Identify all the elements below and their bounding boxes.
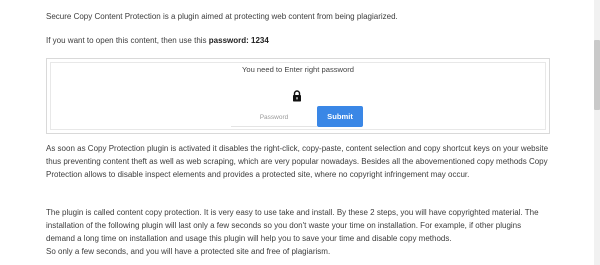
paragraph-plugin-info: The plugin is called content copy protec… <box>46 206 558 258</box>
paragraph-line: So only a few seconds, and you will have… <box>46 247 331 256</box>
scrollbar[interactable] <box>594 0 600 265</box>
scrollbar-thumb[interactable] <box>594 40 600 110</box>
password-input[interactable] <box>231 108 317 127</box>
intro-line: Secure Copy Content Protection is a plug… <box>46 12 398 21</box>
paragraph-line: The plugin is called content copy protec… <box>46 208 539 217</box>
paragraph-copy-protection: As soon as Copy Protection plugin is act… <box>46 142 558 181</box>
paragraph-line: Protection allows to disable inspect ele… <box>46 170 470 179</box>
password-hint: If you want to open this content, then u… <box>46 34 269 47</box>
paragraph-line: demand a long time on installation and u… <box>46 234 452 243</box>
paragraph-line: As soon as Copy Protection plugin is act… <box>46 144 549 153</box>
password-message: You need to Enter right password <box>241 65 354 74</box>
submit-button[interactable]: Submit <box>317 106 363 127</box>
password-hint-prefix: If you want to open this content, then u… <box>46 36 209 45</box>
password-hint-value: password: 1234 <box>208 36 269 45</box>
lock-icon <box>292 90 302 102</box>
paragraph-line: thus preventing content theft as well as… <box>46 157 548 166</box>
paragraph-line: installation of the following plugin wil… <box>46 221 522 230</box>
